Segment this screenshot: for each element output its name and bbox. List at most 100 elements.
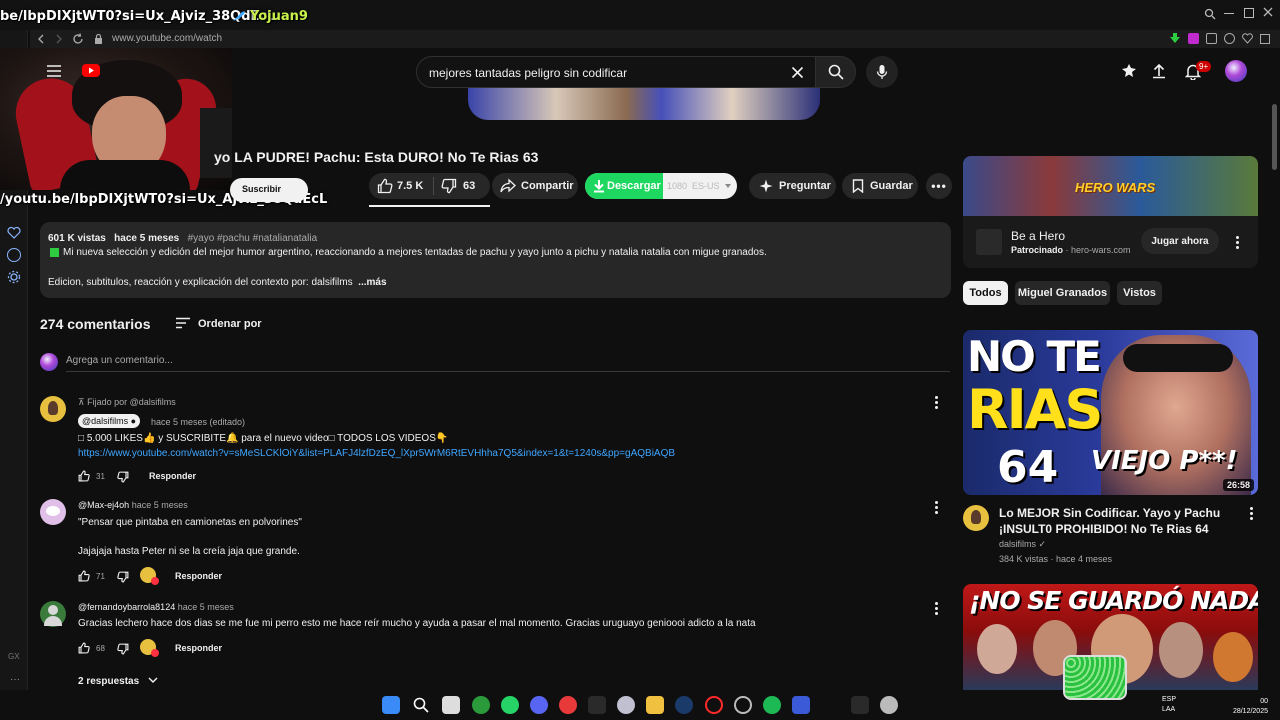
bookmark-heart-icon[interactable]: [1242, 33, 1253, 44]
ad-menu-icon[interactable]: [1236, 234, 1240, 251]
recommended-menu-icon[interactable]: [1250, 505, 1254, 522]
app-blue-icon[interactable]: [792, 696, 810, 714]
reply-button[interactable]: Responder: [175, 643, 222, 653]
minimize-icon[interactable]: [1224, 13, 1234, 14]
puzzle-icon[interactable]: [1206, 33, 1217, 44]
sidebar-clock-icon[interactable]: [7, 248, 21, 262]
settings-icon[interactable]: [880, 696, 898, 714]
voice-search-button[interactable]: [866, 56, 898, 88]
upload-icon[interactable]: [1151, 63, 1167, 79]
recommended-channel[interactable]: dalsifilms ✓: [999, 539, 1046, 550]
comment-menu-icon[interactable]: [935, 394, 939, 411]
forward-icon[interactable]: [54, 33, 64, 45]
ask-button[interactable]: Preguntar: [749, 173, 836, 199]
comment-dislike-icon[interactable]: [117, 571, 129, 583]
reload-icon[interactable]: [72, 33, 84, 45]
search-box[interactable]: [416, 56, 816, 88]
menu-icon[interactable]: [46, 64, 62, 78]
tab-icon[interactable]: [1260, 34, 1270, 44]
video-player-bottom[interactable]: [468, 88, 820, 120]
extension-icon[interactable]: [1188, 33, 1199, 44]
ad-banner[interactable]: HERO WARS: [963, 156, 1258, 216]
ad-card[interactable]: HERO WARS Be a Hero Patrocinado · hero-w…: [963, 156, 1258, 268]
sort-label[interactable]: Ordenar por: [198, 318, 262, 330]
browser-search-icon[interactable]: [1204, 8, 1216, 20]
description-more-link[interactable]: ...más: [358, 277, 386, 288]
discord-icon[interactable]: [530, 696, 548, 714]
description-box[interactable]: 601 K vistas hace 5 meses #yayo #pachu #…: [40, 222, 951, 298]
maximize-icon[interactable]: [1244, 8, 1254, 18]
comment-author-badge[interactable]: @dalsifilms ●: [78, 414, 141, 428]
recommended-title[interactable]: Lo MEJOR Sin Codificar. Yayo y Pachu ¡IN…: [999, 505, 1239, 537]
ad-title[interactable]: Be a Hero: [1011, 229, 1065, 243]
comment-like-icon[interactable]: [78, 642, 90, 654]
download-quality[interactable]: 1080: [667, 181, 687, 191]
comment-author[interactable]: @dalsifilms: [82, 416, 128, 426]
reply-button[interactable]: Responder: [175, 571, 222, 581]
comment-author[interactable]: @Max-ej4oh: [78, 500, 129, 510]
xbox-icon[interactable]: [472, 696, 490, 714]
comment-avatar[interactable]: [40, 601, 66, 627]
opera-gx-icon[interactable]: [559, 696, 577, 714]
whatsapp-icon[interactable]: [501, 696, 519, 714]
view-replies-button[interactable]: 2 respuestas: [78, 676, 158, 687]
task-view-icon[interactable]: [442, 696, 460, 714]
obs-icon[interactable]: [734, 696, 752, 714]
share-button[interactable]: Compartir: [492, 173, 578, 199]
create-icon[interactable]: [1120, 63, 1138, 79]
address-bar[interactable]: www.youtube.com/watch: [30, 30, 1280, 48]
dislike-icon[interactable]: [441, 178, 457, 194]
epic-games-icon[interactable]: [588, 696, 606, 714]
download-ext-icon[interactable]: [1170, 33, 1180, 43]
comment-like-icon[interactable]: [78, 570, 90, 582]
clear-search-icon[interactable]: [791, 66, 804, 79]
steam-icon[interactable]: [675, 696, 693, 714]
like-count[interactable]: 7.5 K: [397, 180, 423, 192]
ad-domain[interactable]: hero-wars.com: [1071, 245, 1131, 255]
terminal-icon[interactable]: [851, 696, 869, 714]
sidebar-more-icon[interactable]: ···: [10, 674, 20, 685]
close-window-icon[interactable]: [1262, 6, 1274, 18]
search-button[interactable]: [816, 56, 856, 88]
more-actions-button[interactable]: •••: [926, 173, 952, 199]
chip-todos[interactable]: Todos: [963, 281, 1008, 305]
sidebar-settings-icon[interactable]: [7, 270, 21, 284]
opera-icon[interactable]: [705, 696, 723, 714]
download-button[interactable]: Descargar 1080 ES-US: [585, 173, 737, 199]
page-scrollbar[interactable]: [1272, 104, 1277, 170]
chip-miguel-granados[interactable]: Miguel Granados: [1015, 281, 1110, 305]
spotify-icon[interactable]: [763, 696, 781, 714]
subscribe-button[interactable]: Suscribir: [230, 178, 308, 202]
comment-time[interactable]: hace 5 meses: [178, 602, 234, 612]
ad-cta-button[interactable]: Jugar ahora: [1141, 228, 1219, 254]
comment-author[interactable]: @fernandoybarrola8124: [78, 602, 175, 612]
comment-like-icon[interactable]: [78, 470, 90, 482]
youtube-logo-icon[interactable]: [82, 64, 100, 77]
windows-start-icon[interactable]: [382, 696, 400, 714]
input-language[interactable]: ESP LAA: [1162, 695, 1176, 715]
chip-vistos[interactable]: Vistos: [1117, 281, 1162, 305]
comment-link[interactable]: https://www.youtube.com/watch?v=sMeSLCKl…: [78, 448, 675, 459]
recommended-thumbnail[interactable]: NO TE RIAS 64 VIEJO P**! 26:58: [963, 330, 1258, 495]
comment-menu-icon[interactable]: [935, 600, 939, 617]
chevron-down-icon[interactable]: [725, 184, 731, 188]
hashtags[interactable]: #yayo #pachu #natalianatalia: [188, 233, 318, 244]
file-explorer-icon[interactable]: [646, 696, 664, 714]
comment-dislike-icon[interactable]: [117, 471, 129, 483]
comment-dislike-icon[interactable]: [117, 643, 129, 655]
comment-time[interactable]: hace 5 meses (editado): [151, 417, 245, 427]
reply-button[interactable]: Responder: [149, 471, 196, 481]
taskbar-search-icon[interactable]: [412, 696, 430, 714]
comment-avatar[interactable]: [40, 396, 66, 422]
save-button[interactable]: Guardar: [842, 173, 918, 199]
like-icon[interactable]: [377, 178, 393, 194]
profile-ext-icon[interactable]: [1224, 33, 1235, 44]
channel-name[interactable]: dalsifilms: [999, 539, 1036, 549]
add-comment-input[interactable]: Agrega un comentario...: [66, 355, 173, 366]
replies-count[interactable]: 2 respuestas: [78, 676, 139, 687]
sidebar-heart-icon[interactable]: [7, 226, 21, 240]
url-text[interactable]: www.youtube.com/watch: [112, 33, 222, 44]
account-avatar[interactable]: [1225, 60, 1247, 82]
search-input[interactable]: [429, 64, 769, 82]
download-language[interactable]: ES-US: [692, 181, 720, 191]
